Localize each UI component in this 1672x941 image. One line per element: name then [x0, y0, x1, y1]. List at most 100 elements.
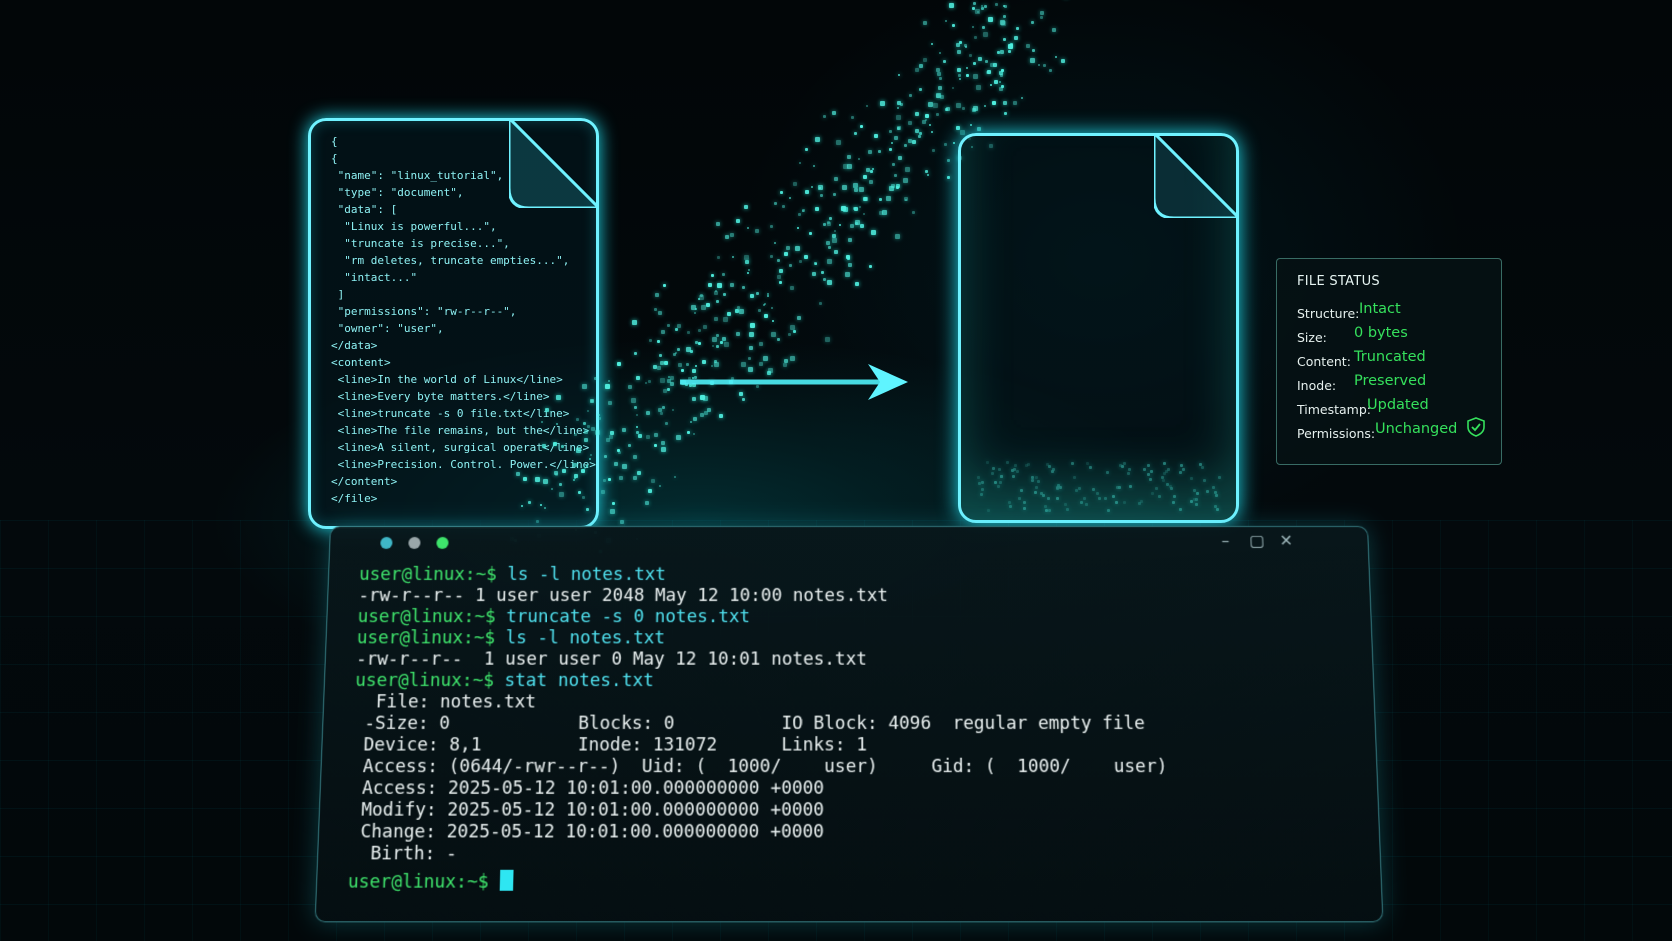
- particle: [905, 167, 910, 172]
- particle: [880, 101, 885, 106]
- particle: [1040, 11, 1044, 15]
- particle: [847, 164, 852, 169]
- particle: [962, 107, 965, 110]
- particle: [878, 150, 881, 153]
- particle: [727, 312, 731, 316]
- particle: [712, 345, 714, 347]
- particle: [795, 246, 800, 251]
- particle: [699, 295, 704, 300]
- maximize-button[interactable]: ▢: [1249, 531, 1265, 550]
- code-line: "data": [: [331, 203, 398, 216]
- particle: [846, 255, 850, 259]
- particle: [724, 342, 729, 347]
- particle: [576, 418, 579, 421]
- particle: [879, 198, 882, 201]
- particle: [779, 281, 782, 284]
- code-line: <content>: [331, 356, 391, 369]
- particle: [677, 348, 680, 351]
- particle: [988, 17, 993, 22]
- particle: [874, 134, 878, 138]
- terminal-output-line: Birth: -: [348, 843, 458, 865]
- particle: [833, 193, 836, 196]
- status-row-size: Size: 0 bytes: [1297, 325, 1497, 349]
- particle: [994, 80, 998, 84]
- particle: [860, 224, 864, 228]
- particle: [985, 60, 988, 63]
- terminal-window[interactable]: – ▢ ✕ user@linux:~$ ls -l notes.txt -rw-r…: [314, 526, 1384, 923]
- close-button[interactable]: ✕: [1279, 531, 1293, 550]
- particle: [870, 170, 873, 173]
- particle: [636, 426, 638, 428]
- terminal-prompt: user@linux:~$: [354, 670, 505, 692]
- particle: [716, 345, 719, 348]
- particle: [677, 324, 681, 328]
- terminal-titlebar[interactable]: – ▢ ✕: [330, 527, 1368, 555]
- particle: [915, 129, 919, 133]
- particle: [587, 410, 589, 412]
- particle: [589, 458, 591, 460]
- particle: [815, 263, 817, 265]
- status-key: Permissions:: [1297, 426, 1376, 441]
- particle: [756, 292, 759, 295]
- particle: [995, 3, 998, 6]
- particle: [786, 246, 790, 250]
- terminal-dot-icon[interactable]: [380, 536, 393, 549]
- particle: [736, 332, 740, 336]
- particle: [648, 380, 651, 383]
- particle: [540, 504, 542, 506]
- particle: [634, 406, 637, 409]
- particle: [1031, 21, 1034, 24]
- particle: [657, 366, 661, 370]
- particle: [608, 401, 612, 405]
- particle: [663, 389, 667, 393]
- particle: [772, 320, 774, 322]
- particle: [978, 57, 982, 61]
- particle: [698, 342, 701, 345]
- terminal-output-line: Access: 2025-05-12 10:01:00.000000000 +0…: [350, 778, 825, 800]
- particle: [869, 180, 873, 184]
- particle: [770, 255, 773, 258]
- particle: [790, 286, 794, 290]
- particle: [732, 256, 734, 258]
- terminal-dot-icon[interactable]: [408, 536, 421, 549]
- particle: [657, 340, 660, 343]
- status-key: Inode:: [1297, 378, 1337, 393]
- particle: [545, 408, 549, 412]
- particle: [889, 130, 892, 133]
- particle: [953, 142, 955, 144]
- particle: [662, 406, 665, 409]
- terminal-dot-icon[interactable]: [436, 536, 449, 549]
- particle: [958, 74, 961, 77]
- particle: [576, 448, 581, 453]
- particle: [936, 94, 940, 98]
- terminal-output-line: -Size: 0 Blocks: 0 IO Block: 4096 regula…: [353, 713, 1146, 735]
- particle: [725, 235, 729, 239]
- particle: [832, 234, 836, 238]
- particle: [823, 223, 826, 226]
- particle: [932, 149, 935, 152]
- particle: [947, 159, 950, 162]
- terminal-command-line: user@linux:~$ ls -l notes.txt: [357, 628, 666, 648]
- particle: [936, 68, 940, 72]
- particle: [633, 476, 637, 480]
- text-cursor[interactable]: [499, 869, 514, 891]
- terminal-prompt: user@linux:~$: [347, 871, 500, 893]
- terminal-output-line: Device: 8,1 Inode: 131072 Links: 1: [352, 735, 868, 756]
- particle: [693, 417, 697, 421]
- particle: [674, 476, 676, 478]
- file-status-panel: FILE STATUS Structure: Intact Size: 0 by…: [1276, 258, 1502, 465]
- code-line: <line>truncate -s 0 file.txt</line>: [331, 407, 570, 420]
- minimize-button[interactable]: –: [1221, 531, 1230, 550]
- particle: [904, 144, 907, 147]
- particle: [829, 217, 832, 220]
- particle: [749, 332, 754, 337]
- particle: [819, 302, 822, 305]
- particle: [854, 188, 858, 192]
- particle: [966, 67, 968, 69]
- particle: [723, 317, 728, 322]
- particle: [969, 54, 972, 57]
- particle: [716, 222, 720, 226]
- particle: [956, 103, 961, 108]
- particle: [964, 44, 967, 47]
- particle: [784, 252, 788, 256]
